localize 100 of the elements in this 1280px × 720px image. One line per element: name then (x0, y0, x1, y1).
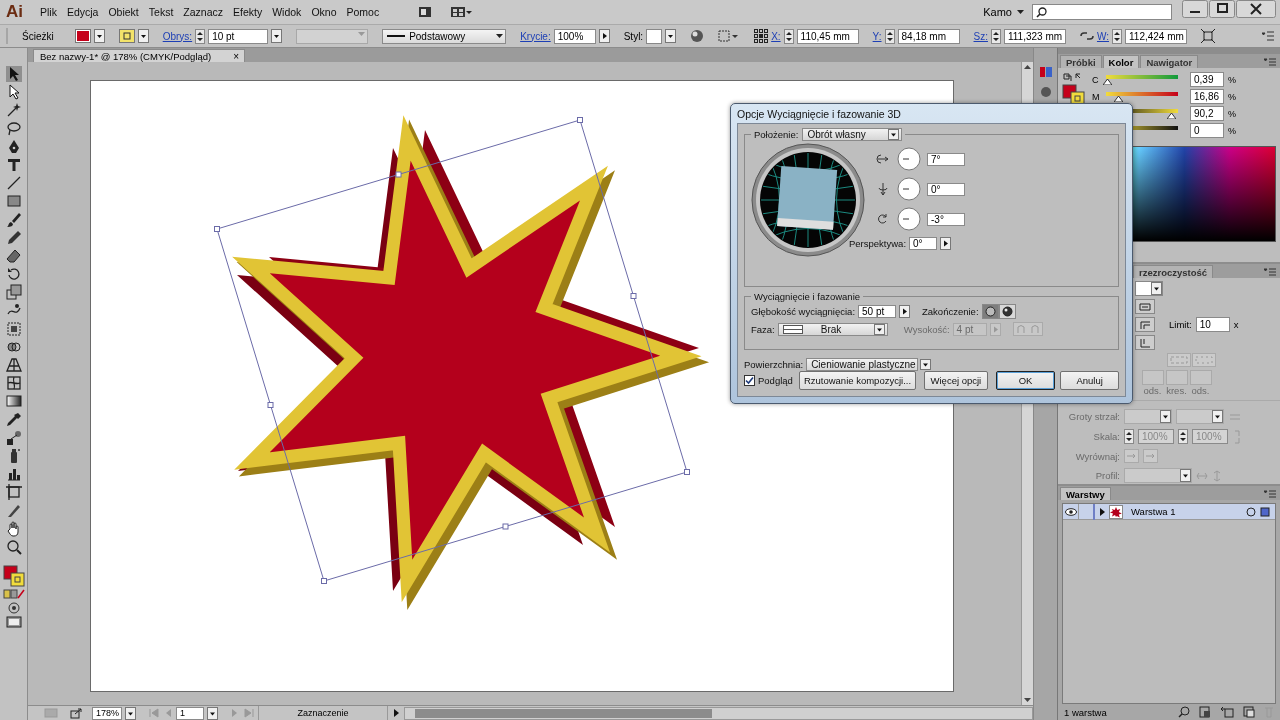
coordinate-field[interactable]: 110,45 mm (796, 28, 859, 44)
checkbox-label[interactable]: Podgląd (758, 375, 793, 386)
line-icon[interactable] (5, 175, 22, 192)
dropdown-button[interactable] (271, 29, 283, 43)
minimize-button[interactable] (1182, 0, 1208, 18)
spinner-button[interactable] (884, 28, 895, 44)
transform-icon[interactable] (1201, 29, 1215, 43)
panel-tab[interactable]: Warstwy (1060, 487, 1111, 500)
fill-stroke-swatches-icon[interactable] (2, 565, 25, 588)
fill-swatch[interactable] (74, 29, 91, 43)
menu-item[interactable]: Zaznacz (178, 6, 228, 18)
coordinate-field[interactable]: 112,424 mm (1125, 28, 1187, 44)
dropdown-button[interactable] (665, 29, 677, 43)
coordinate-label[interactable]: Y: (872, 30, 882, 42)
rectangle-icon[interactable] (5, 193, 22, 210)
artboard-icon[interactable] (5, 484, 22, 501)
dropdown-button[interactable] (888, 129, 900, 140)
align-to-icon[interactable] (718, 29, 741, 43)
lasso-icon[interactable] (5, 120, 22, 137)
graph-icon[interactable] (5, 466, 22, 483)
rotation-dial[interactable] (897, 207, 921, 231)
limit-field[interactable]: 10 (1195, 317, 1230, 332)
perspective-field[interactable]: 0° (909, 237, 938, 250)
dialog-button[interactable]: Anuluj (1060, 371, 1119, 390)
bevel-dropdown[interactable]: Brak (777, 322, 888, 336)
menu-item[interactable]: Tekst (143, 6, 179, 18)
close-button[interactable] (1236, 0, 1276, 18)
dropdown-button[interactable] (207, 706, 218, 720)
stroke-swatch[interactable] (118, 29, 135, 43)
selection-label[interactable]: Ścieżki (22, 30, 54, 42)
opacity-field[interactable]: 100% (553, 28, 596, 44)
panel-tab[interactable]: Nawigator (1140, 55, 1199, 68)
arrow-button[interactable] (598, 29, 610, 43)
align-stroke-button[interactable] (1135, 335, 1155, 350)
position-dropdown[interactable]: Obrót własny (802, 128, 903, 141)
eyedropper-icon[interactable] (5, 411, 22, 428)
color-mode-icon[interactable] (2, 589, 25, 600)
user-name[interactable]: Kamo (983, 6, 1012, 18)
opacity-label[interactable]: Krycie: (520, 30, 551, 42)
maximize-button[interactable] (1209, 0, 1235, 18)
zoom-field[interactable]: 178% (92, 706, 122, 720)
dropdown-button[interactable] (93, 29, 105, 43)
spinner-button[interactable] (783, 28, 794, 44)
locate-object-icon[interactable] (1178, 706, 1190, 718)
layer-row[interactable]: Warstwa 1 (1063, 504, 1275, 520)
share-icon[interactable] (70, 707, 82, 719)
dialog-button[interactable]: Więcej opcji (924, 371, 988, 390)
dropdown-button[interactable] (919, 359, 931, 370)
menu-item[interactable]: Pomoc (341, 6, 385, 18)
dropdown-button[interactable] (1212, 410, 1223, 423)
eye-icon[interactable] (1064, 507, 1077, 516)
channel-value-field[interactable]: 0 (1190, 123, 1224, 138)
menu-item[interactable]: Plik (35, 6, 62, 18)
spinner-button[interactable] (990, 28, 1001, 44)
rotation-field[interactable]: 7° (927, 152, 965, 166)
arrow-button[interactable] (940, 237, 952, 250)
panel-tab[interactable]: Kolor (1102, 55, 1140, 68)
pencil-icon[interactable] (5, 229, 22, 246)
menu-item[interactable]: Okno (306, 6, 342, 18)
panel-menu-icon[interactable] (1264, 490, 1276, 498)
screen-mode-icon[interactable] (5, 615, 22, 628)
slice-icon[interactable] (5, 502, 22, 519)
panel-menu-icon[interactable] (1264, 268, 1276, 276)
cap-dropdown[interactable] (1135, 281, 1163, 296)
coordinate-field[interactable]: 84,18 mm (897, 28, 960, 44)
draw-mode-icon[interactable] (5, 601, 22, 614)
cap-toggle-button[interactable] (981, 304, 999, 319)
rotation-dial[interactable] (897, 177, 921, 201)
panel-tab[interactable]: Próbki (1060, 55, 1102, 68)
rotation-dial[interactable] (897, 147, 921, 171)
menu-item[interactable]: Edycja (61, 6, 104, 18)
arrow-button[interactable] (899, 305, 911, 318)
search-field[interactable] (1032, 4, 1172, 20)
menu-item[interactable]: Obiekt (103, 6, 144, 18)
up-arrow-icon[interactable] (1022, 62, 1033, 72)
menu-item[interactable]: Efekty (228, 6, 268, 18)
spinner-button[interactable] (1178, 429, 1188, 444)
dropdown-button[interactable] (1180, 469, 1191, 482)
stroke-label[interactable]: Obrys: (162, 30, 193, 42)
scale-icon[interactable] (5, 284, 22, 301)
depth-field[interactable]: 50 pt (858, 305, 897, 318)
new-layer-icon[interactable] (1243, 706, 1255, 718)
coordinate-field[interactable]: 111,323 mm (1003, 28, 1066, 44)
arrange-documents-icon[interactable] (450, 6, 473, 18)
magic-wand-icon[interactable] (5, 102, 22, 119)
channel-value-field[interactable]: 0,39 (1190, 72, 1224, 87)
horizontal-scrollbar[interactable] (404, 706, 1033, 720)
hand-icon[interactable] (5, 520, 22, 537)
bridge-icon[interactable] (418, 6, 433, 18)
coordinate-label[interactable]: Sz: (973, 30, 988, 42)
recolor-icon[interactable] (690, 29, 705, 43)
free-transform-icon[interactable] (5, 320, 22, 337)
mesh-icon[interactable] (5, 375, 22, 392)
panel-menu-icon[interactable] (1262, 31, 1274, 41)
spinner-button[interactable] (1124, 429, 1134, 444)
corner-button[interactable] (1135, 317, 1155, 332)
menu-item[interactable]: Widok (267, 6, 307, 18)
slider-thumb[interactable] (1166, 113, 1176, 119)
graphic-styles-icon[interactable] (1038, 86, 1053, 98)
arrowhead-dropdown[interactable] (1124, 409, 1172, 424)
